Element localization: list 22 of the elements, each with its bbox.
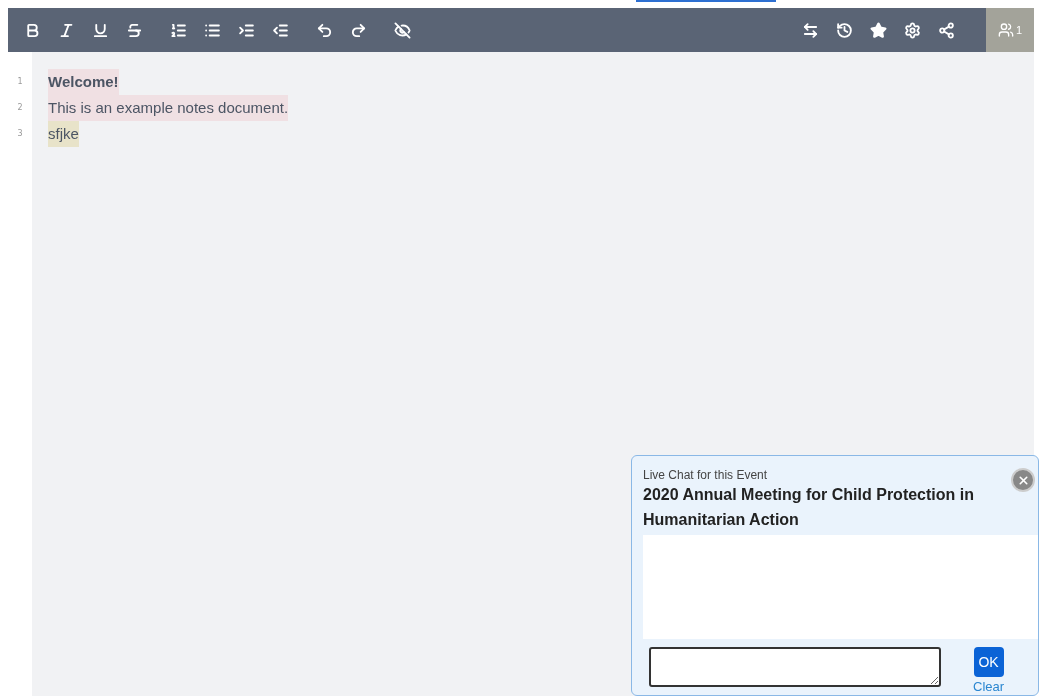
eye-slash-icon: [393, 21, 411, 39]
arrows-icon: [801, 21, 819, 39]
settings-icon: [903, 21, 921, 39]
star-icon: [869, 21, 887, 39]
ok-button[interactable]: OK: [973, 647, 1004, 677]
close-icon: [1016, 473, 1030, 487]
line-number: 3: [16, 128, 24, 140]
chat-label: Live Chat for this Event: [643, 468, 769, 482]
strikethrough-icon: [125, 21, 143, 39]
underline-icon: [91, 21, 109, 39]
line-number: 2: [16, 102, 24, 114]
history-icon: [835, 21, 853, 39]
numbered-list-icon: [169, 21, 187, 39]
redo-icon: [349, 21, 367, 39]
chat-title: 2020 Annual Meeting for Child Protection in Humanitarian Action: [643, 485, 975, 530]
share-icon: [937, 21, 955, 39]
close-button[interactable]: [1011, 468, 1035, 492]
line-number: 1: [16, 76, 24, 88]
undo-icon: [315, 21, 333, 39]
users-icon: [997, 22, 1014, 38]
clear-link[interactable]: Clear: [973, 679, 1005, 694]
message-input[interactable]: [649, 647, 941, 687]
